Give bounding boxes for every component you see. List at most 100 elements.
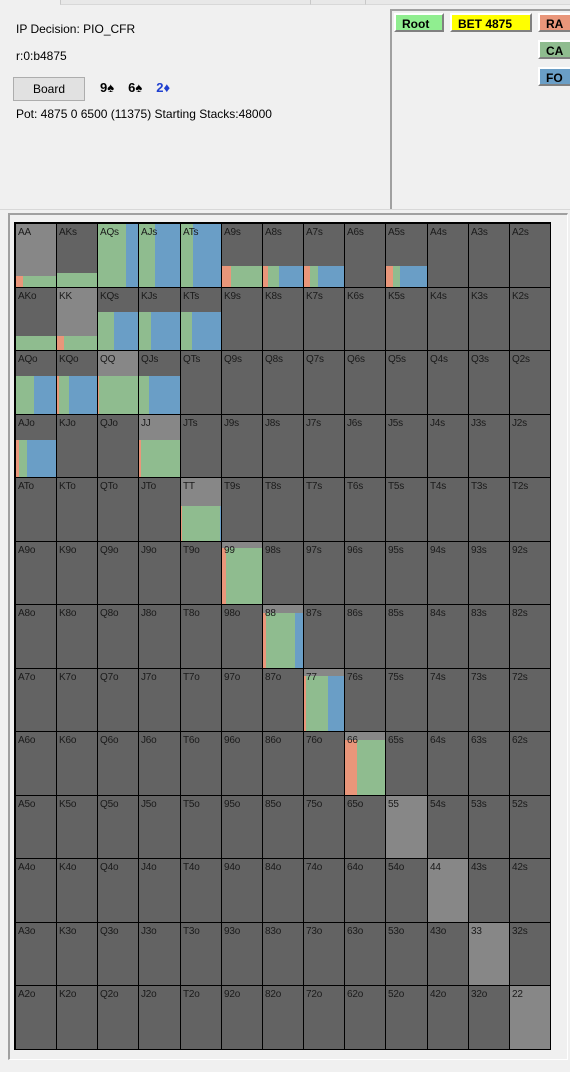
hand-cell-T3o[interactable]: T3o [181, 923, 221, 985]
tree-node-raise[interactable]: RA [538, 13, 570, 32]
hand-cell-A8s[interactable]: A8s [263, 224, 303, 287]
hand-cell-Q3s[interactable]: Q3s [469, 351, 509, 414]
hand-cell-JTo[interactable]: JTo [139, 478, 180, 541]
hand-cell-74s[interactable]: 74s [428, 669, 468, 731]
hand-cell-75s[interactable]: 75s [386, 669, 427, 731]
hand-cell-92o[interactable]: 92o [222, 986, 262, 1049]
hand-cell-KQo[interactable]: KQo [57, 351, 97, 414]
tree-node-call[interactable]: CA [538, 40, 570, 59]
hand-cell-87o[interactable]: 87o [263, 669, 303, 731]
hand-cell-T8s[interactable]: T8s [263, 478, 303, 541]
hand-cell-62s[interactable]: 62s [510, 732, 550, 795]
hand-cell-52o[interactable]: 52o [386, 986, 427, 1049]
hand-cell-94o[interactable]: 94o [222, 859, 262, 922]
hand-cell-99[interactable]: 99 [222, 542, 262, 604]
hand-cell-98o[interactable]: 98o [222, 605, 262, 668]
hand-cell-AKs[interactable]: AKs [57, 224, 97, 287]
hand-cell-97s[interactable]: 97s [304, 542, 344, 604]
hand-cell-J7s[interactable]: J7s [304, 415, 344, 477]
hand-cell-AJs[interactable]: AJs [139, 224, 180, 287]
hand-cell-JJ[interactable]: JJ [139, 415, 180, 477]
hand-cell-T4s[interactable]: T4s [428, 478, 468, 541]
hand-cell-76s[interactable]: 76s [345, 669, 385, 731]
hand-cell-Q8o[interactable]: Q8o [98, 605, 138, 668]
hand-cell-A9s[interactable]: A9s [222, 224, 262, 287]
hand-cell-Q4s[interactable]: Q4s [428, 351, 468, 414]
hand-cell-KJo[interactable]: KJo [57, 415, 97, 477]
hand-cell-A5o[interactable]: A5o [16, 796, 56, 858]
hand-cell-ATs[interactable]: ATs [181, 224, 221, 287]
hand-cell-T7o[interactable]: T7o [181, 669, 221, 731]
hand-cell-Q9o[interactable]: Q9o [98, 542, 138, 604]
hand-cell-33[interactable]: 33 [469, 923, 509, 985]
hand-cell-63o[interactable]: 63o [345, 923, 385, 985]
hand-cell-64o[interactable]: 64o [345, 859, 385, 922]
hand-cell-K3s[interactable]: K3s [469, 288, 509, 350]
hand-cell-Q4o[interactable]: Q4o [98, 859, 138, 922]
hand-cell-94s[interactable]: 94s [428, 542, 468, 604]
hand-cell-88[interactable]: 88 [263, 605, 303, 668]
hand-cell-K3o[interactable]: K3o [57, 923, 97, 985]
hand-cell-63s[interactable]: 63s [469, 732, 509, 795]
hand-cell-J3s[interactable]: J3s [469, 415, 509, 477]
hand-cell-AJo[interactable]: AJo [16, 415, 56, 477]
hand-cell-54s[interactable]: 54s [428, 796, 468, 858]
hand-cell-K5s[interactable]: K5s [386, 288, 427, 350]
hand-cell-A4o[interactable]: A4o [16, 859, 56, 922]
hand-cell-K4o[interactable]: K4o [57, 859, 97, 922]
hand-cell-72s[interactable]: 72s [510, 669, 550, 731]
hand-cell-ATo[interactable]: ATo [16, 478, 56, 541]
hand-cell-84o[interactable]: 84o [263, 859, 303, 922]
hand-cell-95s[interactable]: 95s [386, 542, 427, 604]
hand-cell-J2o[interactable]: J2o [139, 986, 180, 1049]
hand-cell-A6o[interactable]: A6o [16, 732, 56, 795]
hand-cell-J2s[interactable]: J2s [510, 415, 550, 477]
hand-cell-92s[interactable]: 92s [510, 542, 550, 604]
hand-cell-J6s[interactable]: J6s [345, 415, 385, 477]
hand-cell-K9o[interactable]: K9o [57, 542, 97, 604]
hand-cell-JTs[interactable]: JTs [181, 415, 221, 477]
hand-cell-73s[interactable]: 73s [469, 669, 509, 731]
hand-cell-82o[interactable]: 82o [263, 986, 303, 1049]
hand-cell-K8s[interactable]: K8s [263, 288, 303, 350]
hand-cell-A3s[interactable]: A3s [469, 224, 509, 287]
hand-cell-AQs[interactable]: AQs [98, 224, 138, 287]
hand-cell-96s[interactable]: 96s [345, 542, 385, 604]
tab[interactable] [365, 0, 570, 5]
hand-cell-53s[interactable]: 53s [469, 796, 509, 858]
tab[interactable] [310, 0, 367, 5]
hand-cell-54o[interactable]: 54o [386, 859, 427, 922]
hand-cell-Q6o[interactable]: Q6o [98, 732, 138, 795]
tree-node-root[interactable]: Root [394, 13, 444, 32]
hand-cell-T9s[interactable]: T9s [222, 478, 262, 541]
hand-cell-J8o[interactable]: J8o [139, 605, 180, 668]
hand-cell-T5s[interactable]: T5s [386, 478, 427, 541]
hand-cell-65o[interactable]: 65o [345, 796, 385, 858]
hand-cell-T6o[interactable]: T6o [181, 732, 221, 795]
hand-cell-66[interactable]: 66 [345, 732, 385, 795]
hand-cell-J4s[interactable]: J4s [428, 415, 468, 477]
hand-cell-K5o[interactable]: K5o [57, 796, 97, 858]
tree-node-bet[interactable]: BET 4875 [450, 13, 532, 32]
hand-cell-A7s[interactable]: A7s [304, 224, 344, 287]
hand-cell-95o[interactable]: 95o [222, 796, 262, 858]
hand-cell-98s[interactable]: 98s [263, 542, 303, 604]
hand-cell-J9o[interactable]: J9o [139, 542, 180, 604]
hand-cell-QJo[interactable]: QJo [98, 415, 138, 477]
hand-cell-A2s[interactable]: A2s [510, 224, 550, 287]
hand-cell-86s[interactable]: 86s [345, 605, 385, 668]
hand-cell-KJs[interactable]: KJs [139, 288, 180, 350]
hand-cell-TT[interactable]: TT [181, 478, 221, 541]
tab[interactable] [60, 0, 312, 5]
hand-cell-J6o[interactable]: J6o [139, 732, 180, 795]
hand-cell-42s[interactable]: 42s [510, 859, 550, 922]
hand-cell-Q7s[interactable]: Q7s [304, 351, 344, 414]
hand-cell-42o[interactable]: 42o [428, 986, 468, 1049]
hand-cell-A9o[interactable]: A9o [16, 542, 56, 604]
hand-cell-Q9s[interactable]: Q9s [222, 351, 262, 414]
hand-cell-T7s[interactable]: T7s [304, 478, 344, 541]
hand-cell-K7s[interactable]: K7s [304, 288, 344, 350]
hand-cell-32o[interactable]: 32o [469, 986, 509, 1049]
hand-cell-T2o[interactable]: T2o [181, 986, 221, 1049]
hand-cell-QQ[interactable]: QQ [98, 351, 138, 414]
